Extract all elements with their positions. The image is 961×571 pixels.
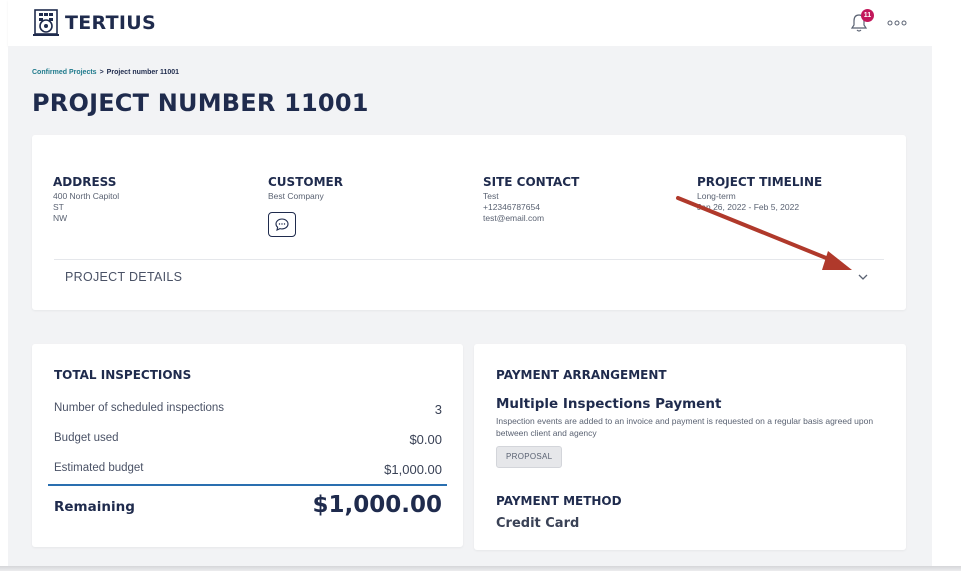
remaining-label: Remaining	[54, 499, 135, 515]
remaining-value: $1,000.00	[312, 492, 443, 518]
top-bar: TERTIUS 11	[8, 0, 932, 46]
address-section: ADDRESS 400 North Capitol ST NW	[53, 175, 119, 224]
breadcrumb-current: Project number 11001	[106, 69, 180, 76]
payment-method-value: Credit Card	[496, 516, 580, 531]
site-contact-phone: +12346787654	[483, 202, 540, 212]
breadcrumb-separator: >	[99, 69, 104, 76]
divider	[54, 259, 884, 260]
project-timeline-section: PROJECT TIMELINE Long-term Jan 26, 2022 …	[697, 175, 822, 213]
total-inspections-heading: TOTAL INSPECTIONS	[54, 368, 192, 382]
total-divider	[48, 484, 447, 486]
customer-heading: CUSTOMER	[268, 175, 343, 189]
payment-description: Inspection events are added to an invoic…	[496, 416, 874, 438]
app-name: TERTIUS	[65, 12, 156, 34]
payment-arrangement-heading: PAYMENT ARRANGEMENT	[496, 368, 667, 382]
timeline-heading: PROJECT TIMELINE	[697, 175, 823, 189]
payment-type-title: Multiple Inspections Payment	[496, 396, 722, 412]
breadcrumb: Confirmed Projects > Project number 11001	[32, 69, 179, 76]
row-label: Budget used	[54, 432, 119, 444]
timeline-dates: Jan 26, 2022 - Feb 5, 2022	[697, 202, 800, 212]
inspection-row: Number of scheduled inspections 3	[54, 402, 442, 417]
row-value: $0.00	[409, 432, 442, 447]
customer-name: Best Company	[268, 191, 324, 201]
inspection-row: Estimated budget $1,000.00	[54, 462, 442, 477]
row-label: Number of scheduled inspections	[54, 402, 225, 414]
site-contact-heading: SITE CONTACT	[483, 175, 580, 189]
more-dots-icon[interactable]	[887, 20, 907, 26]
site-contact-name: Test	[483, 191, 499, 201]
chevron-down-icon[interactable]	[858, 274, 868, 281]
chat-button[interactable]	[268, 212, 296, 237]
inspection-row: Budget used $0.00	[54, 432, 442, 447]
address-line: 400 North Capitol	[53, 191, 120, 201]
timeline-term: Long-term	[697, 191, 736, 201]
row-value: 3	[434, 402, 442, 417]
bottom-edge	[0, 566, 961, 571]
app-logo[interactable]: TERTIUS	[33, 9, 156, 37]
address-line: NW	[53, 213, 68, 223]
payment-arrangement-card: PAYMENT ARRANGEMENT Multiple Inspections…	[474, 344, 906, 550]
logo-building-icon	[33, 9, 59, 36]
address-line: ST	[53, 202, 64, 212]
breadcrumb-link-confirmed-projects[interactable]: Confirmed Projects	[32, 69, 97, 76]
site-contact-email: test@email.com	[483, 213, 545, 223]
row-value: $1,000.00	[384, 462, 442, 477]
address-heading: ADDRESS	[53, 175, 117, 189]
main-content: Confirmed Projects > Project number 11001 …	[8, 46, 932, 568]
proposal-badge: PROPOSAL	[496, 446, 563, 468]
right-margin	[932, 0, 961, 571]
project-info-card: ADDRESS 400 North Capitol ST NW CUSTOMER…	[32, 135, 906, 310]
payment-method-heading: PAYMENT METHOD	[496, 494, 622, 508]
notification-badge: 11	[861, 9, 874, 22]
project-details-toggle[interactable]: PROJECT DETAILS	[65, 270, 182, 284]
total-inspections-card: TOTAL INSPECTIONS Number of scheduled in…	[32, 344, 463, 547]
page-title: PROJECT NUMBER 11001	[32, 89, 369, 117]
row-label: Estimated budget	[54, 462, 144, 474]
customer-section: CUSTOMER Best Company	[268, 175, 343, 237]
chat-icon	[275, 218, 289, 231]
site-contact-section: SITE CONTACT Test +12346787654 test@emai…	[483, 175, 579, 224]
